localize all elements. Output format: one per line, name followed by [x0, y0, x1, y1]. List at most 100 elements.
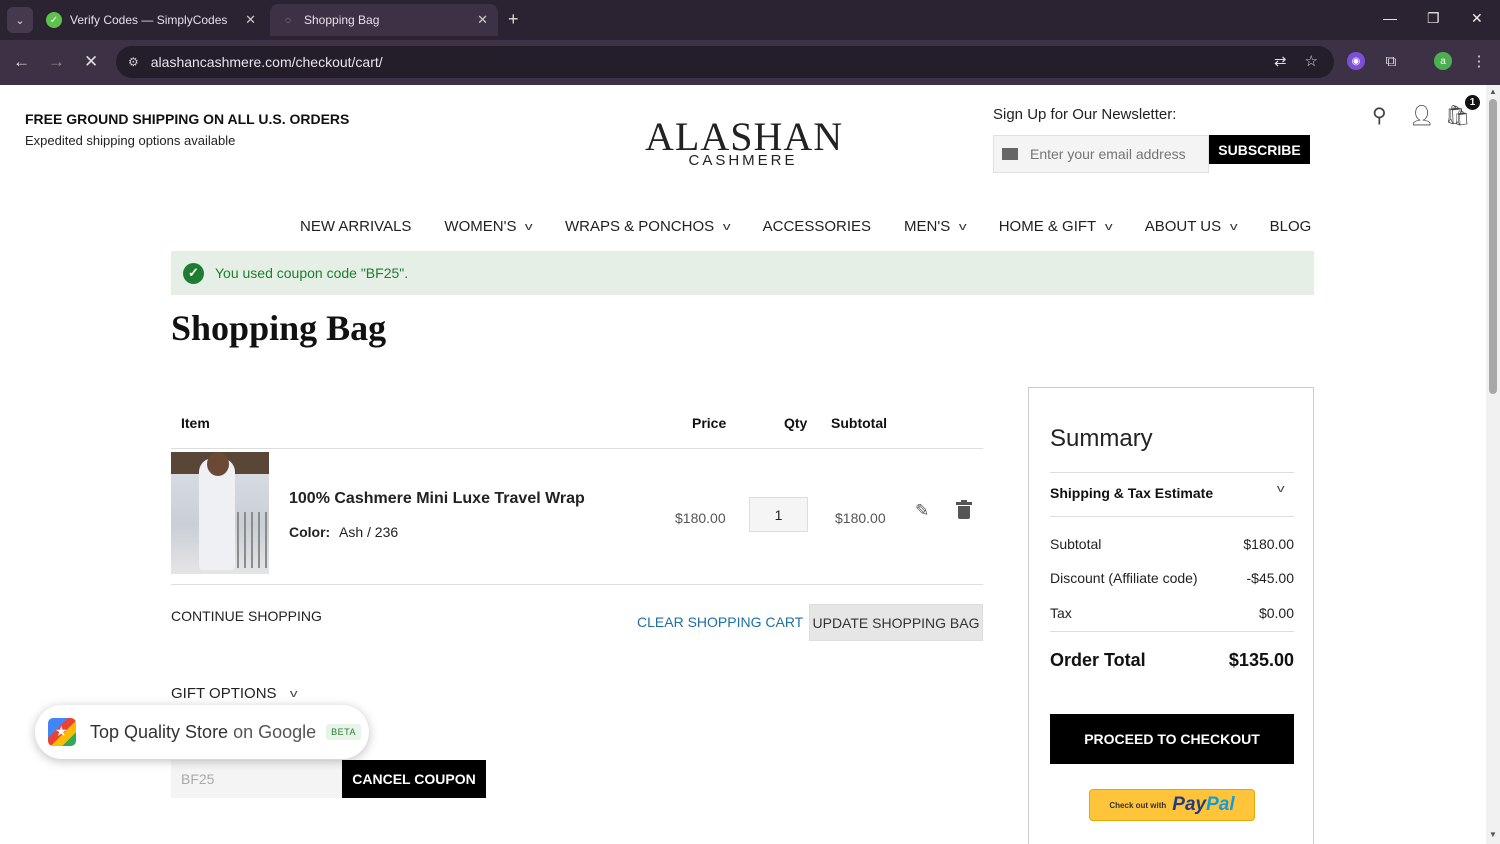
menu-kebab-icon[interactable]: ⋮	[1470, 52, 1488, 70]
account-user-icon[interactable]: 👤︎	[1409, 103, 1434, 128]
nav-about-us[interactable]: ABOUT US v	[1144, 218, 1238, 235]
divider	[1050, 472, 1294, 473]
row-value: $0.00	[1258, 605, 1294, 621]
nav-label: HOME & GIFT	[998, 218, 1097, 235]
divider	[1050, 516, 1294, 517]
nav-label: ACCESSORIES	[762, 218, 872, 235]
tab-title: Verify Codes — SimplyCodes	[70, 13, 228, 27]
shipping-tax-estimate-toggle[interactable]: Shipping & Tax Estimate	[1050, 485, 1213, 501]
chevron-down-icon: v	[289, 687, 298, 700]
chevron-down-icon: v	[1230, 220, 1238, 233]
extensions-puzzle-icon[interactable]: ⧉	[1382, 52, 1400, 70]
divider	[171, 448, 983, 449]
search-icon[interactable]: ⚲	[1372, 103, 1387, 128]
forward-arrow-icon[interactable]: →	[48, 52, 65, 72]
product-name-link[interactable]: 100% Cashmere Mini Luxe Travel Wrap	[289, 490, 585, 508]
browser-tab-bar: ⌄ ✓ Verify Codes — SimplyCodes ✕ ◌ Shopp…	[0, 0, 1500, 40]
paypal-logo: PayPal	[1172, 794, 1234, 816]
coupon-code-input[interactable]	[171, 760, 342, 798]
google-shopping-bag-icon	[48, 718, 76, 746]
nav-womens[interactable]: WOMEN'S v	[444, 218, 534, 235]
newsletter-field[interactable]	[993, 135, 1209, 173]
chevron-down-icon: v	[723, 220, 731, 233]
paypal-pay-text: Pay	[1172, 794, 1207, 815]
stop-loading-icon[interactable]: ✕	[84, 52, 98, 72]
badge-on-google: on Google	[233, 721, 317, 742]
nav-wraps-ponchos[interactable]: WRAPS & PONCHOS v	[565, 218, 731, 235]
paypal-caption: Check out with	[1109, 800, 1167, 810]
paypal-checkout-button[interactable]: Check out with PayPal	[1089, 789, 1255, 821]
back-arrow-icon[interactable]: ←	[13, 52, 30, 72]
quantity-input[interactable]: 1	[749, 497, 808, 532]
chevron-down-icon: v	[959, 220, 967, 233]
chevron-down-icon[interactable]: v	[1277, 483, 1285, 495]
product-option-label: Color:	[289, 524, 331, 540]
column-header-qty: Qty	[784, 415, 808, 431]
order-total-row: Order Total $135.00	[1050, 650, 1294, 671]
scroll-down-arrow-icon[interactable]: ▼	[1489, 830, 1497, 839]
nav-label: WOMEN'S	[444, 218, 517, 235]
badge-title: Top Quality Store	[90, 721, 229, 742]
profile-avatar[interactable]: a	[1434, 52, 1452, 70]
minimize-icon[interactable]: —	[1383, 10, 1397, 26]
clear-cart-link[interactable]: CLEAR SHOPPING CART	[637, 614, 803, 630]
row-label: Tax	[1050, 605, 1072, 621]
summary-row-discount: Discount (Affiliate code) -$45.00	[1050, 570, 1294, 586]
coupon-success-alert: ✓ You used coupon code "BF25".	[171, 251, 1314, 295]
divider	[1050, 631, 1294, 632]
order-total-value: $135.00	[1228, 650, 1294, 670]
google-store-badge[interactable]: Top Quality Store on Google BETA	[35, 705, 369, 759]
newsletter-email-input[interactable]	[1030, 146, 1200, 162]
nav-home-gift[interactable]: HOME & GIFT v	[998, 218, 1113, 235]
restore-icon[interactable]: ❐	[1427, 10, 1440, 27]
site-info-icon[interactable]: ⚙	[128, 55, 139, 69]
product-subtotal: $180.00	[835, 510, 886, 526]
divider	[171, 584, 983, 585]
url-text: alashancashmere.com/checkout/cart/	[150, 54, 383, 70]
cancel-coupon-button[interactable]: CANCEL COUPON	[342, 760, 486, 798]
bookmark-star-icon[interactable]: ☆	[1305, 52, 1318, 70]
nav-new-arrivals[interactable]: NEW ARRIVALS	[300, 218, 411, 235]
scroll-thumb[interactable]	[1489, 99, 1497, 394]
nav-blog[interactable]: BLOG	[1270, 218, 1312, 235]
tab-shopping-bag[interactable]: ◌ Shopping Bag ✕	[270, 4, 498, 36]
paypal-pal-text: Pal	[1206, 794, 1235, 815]
subscribe-button[interactable]: SUBSCRIBE	[1209, 135, 1310, 164]
chevron-down-icon: ⌄	[15, 14, 25, 27]
address-bar[interactable]: ⚙ alashancashmere.com/checkout/cart/ ⇄ ☆	[116, 46, 1334, 78]
chevron-down-icon: v	[525, 220, 534, 233]
product-option-value: Ash / 236	[339, 524, 399, 540]
proceed-to-checkout-button[interactable]: PROCEED TO CHECKOUT	[1050, 714, 1294, 764]
nav-mens[interactable]: MEN'S v	[904, 218, 967, 235]
gift-options-toggle[interactable]: GIFT OPTIONS v	[171, 685, 298, 702]
scroll-up-arrow-icon[interactable]: ▲	[1489, 87, 1497, 96]
close-icon[interactable]: ✕	[245, 12, 256, 28]
tab-title: Shopping Bag	[304, 13, 380, 27]
summary-row-tax: Tax $0.00	[1050, 605, 1294, 621]
pencil-edit-icon[interactable]: ✎	[915, 501, 929, 521]
cart-count-badge: 1	[1465, 95, 1480, 110]
chevron-down-icon: v	[1105, 220, 1113, 233]
image-railing	[237, 512, 267, 568]
nav-label: ABOUT US	[1144, 218, 1222, 235]
tab-search-button[interactable]: ⌄	[7, 7, 33, 33]
nav-accessories[interactable]: ACCESSORIES	[763, 218, 871, 235]
alert-message: You used coupon code "BF25".	[215, 265, 409, 281]
close-icon[interactable]: ✕	[477, 12, 488, 28]
tab-verify-codes[interactable]: ✓ Verify Codes — SimplyCodes ✕	[36, 4, 266, 36]
page-scrollbar[interactable]: ▲ ▼	[1486, 85, 1500, 844]
image-model-head	[207, 452, 229, 476]
row-value: $180.00	[1243, 536, 1294, 552]
product-image[interactable]	[171, 452, 269, 574]
promo-title: FREE GROUND SHIPPING ON ALL U.S. ORDERS	[25, 111, 350, 127]
translate-icon[interactable]: ⇄	[1274, 52, 1287, 70]
new-tab-plus-icon[interactable]: +	[508, 9, 519, 30]
window-close-icon[interactable]: ✕	[1471, 10, 1483, 27]
continue-shopping-link[interactable]: CONTINUE SHOPPING	[171, 608, 322, 624]
site-logo[interactable]: ALASHAN CASHMERE	[645, 117, 842, 169]
browser-toolbar: ← → ✕ ⚙ alashancashmere.com/checkout/car…	[0, 40, 1500, 85]
extension-simplycodes-icon[interactable]: ◉	[1347, 52, 1365, 70]
trash-delete-icon[interactable]	[956, 500, 972, 520]
envelope-icon	[1002, 148, 1018, 160]
update-bag-button[interactable]: UPDATE SHOPPING BAG	[809, 604, 983, 641]
